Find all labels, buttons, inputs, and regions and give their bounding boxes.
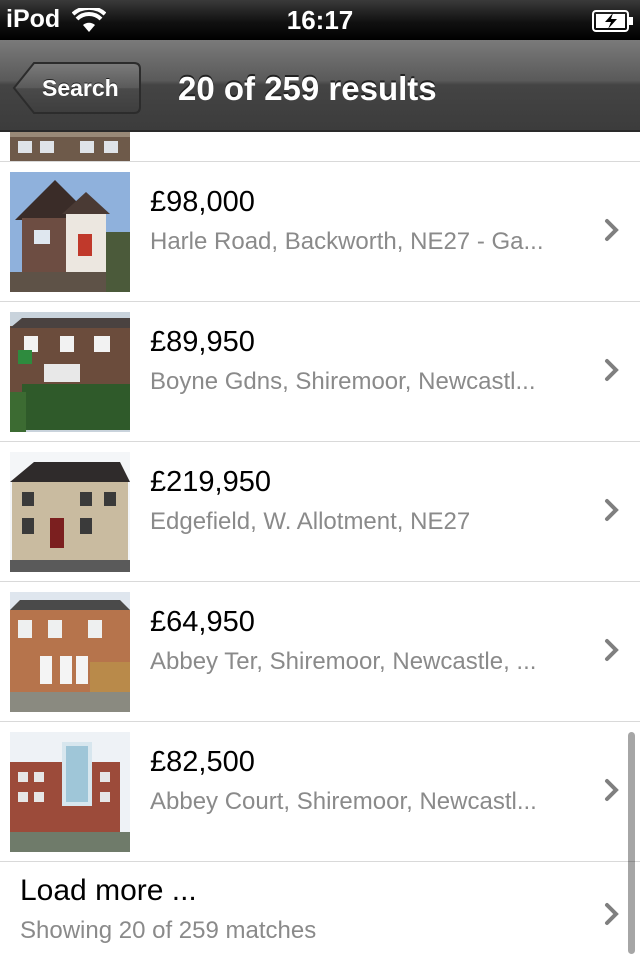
- navigation-bar: Search 20 of 259 results: [0, 40, 640, 132]
- listing-address: Abbey Court, Shiremoor, Newcastl...: [150, 788, 537, 815]
- listing-price: £64,950: [150, 606, 255, 638]
- status-bar: iPod 16:17: [0, 0, 640, 40]
- scrollbar[interactable]: [628, 732, 635, 954]
- chevron-right-icon: [605, 499, 619, 521]
- chevron-right-icon: [605, 903, 619, 925]
- chevron-right-icon: [605, 639, 619, 661]
- load-more-button[interactable]: Load more ... Showing 20 of 259 matches: [0, 862, 640, 961]
- listing-price: £82,500: [150, 746, 255, 778]
- listing-price: £98,000: [150, 186, 255, 218]
- house-thumbnail: [10, 732, 130, 852]
- house-thumbnail: [10, 172, 130, 292]
- house-thumbnail: [10, 312, 130, 432]
- house-thumbnail: [10, 132, 130, 161]
- list-item[interactable]: £82,500 Abbey Court, Shiremoor, Newcastl…: [0, 722, 640, 862]
- chevron-right-icon: [605, 779, 619, 801]
- listing-price: £89,950: [150, 326, 255, 358]
- listing-price: £219,950: [150, 466, 271, 498]
- listing-address: Harle Road, Backworth, NE27 - Ga...: [150, 228, 544, 255]
- list-item[interactable]: £219,950 Edgefield, W. Allotment, NE27: [0, 442, 640, 582]
- list-item[interactable]: £64,950 Abbey Ter, Shiremoor, Newcastle,…: [0, 582, 640, 722]
- battery-charging-icon: [592, 10, 633, 32]
- house-thumbnail: [10, 592, 130, 712]
- chevron-right-icon: [605, 359, 619, 381]
- list-item[interactable]: £98,000 Harle Road, Backworth, NE27 - Ga…: [0, 162, 640, 302]
- page-title: 20 of 259 results: [178, 70, 437, 107]
- back-button-label: Search: [42, 75, 119, 101]
- listing-address: Edgefield, W. Allotment, NE27: [150, 508, 471, 535]
- load-more-title: Load more ...: [20, 874, 197, 907]
- chevron-right-icon: [605, 219, 619, 241]
- load-more-subtitle: Showing 20 of 259 matches: [20, 917, 317, 944]
- back-search-button[interactable]: Search: [12, 61, 141, 115]
- list-item-partial[interactable]: [0, 132, 640, 162]
- list-item[interactable]: £89,950 Boyne Gdns, Shiremoor, Newcastl.…: [0, 302, 640, 442]
- house-thumbnail: [10, 452, 130, 572]
- listing-address: Boyne Gdns, Shiremoor, Newcastl...: [150, 368, 536, 395]
- clock: 16:17: [286, 5, 354, 35]
- listing-address: Abbey Ter, Shiremoor, Newcastle, ...: [150, 648, 537, 675]
